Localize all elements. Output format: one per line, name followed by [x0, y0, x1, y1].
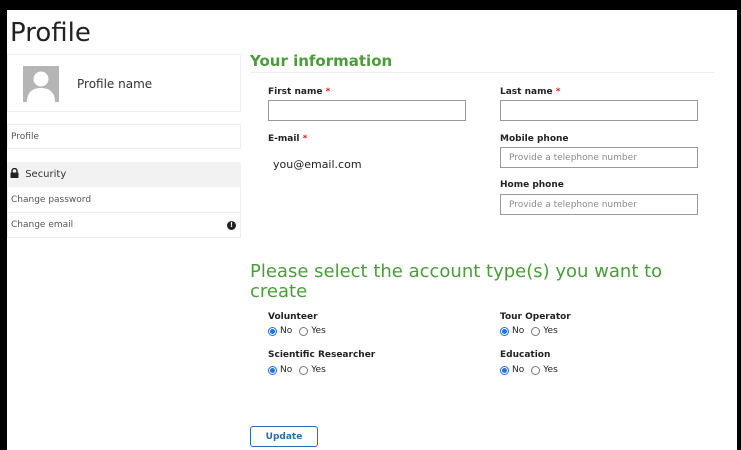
- required-marker: *: [555, 87, 561, 97]
- volunteer-radio-group: No Yes: [268, 326, 330, 336]
- section-title-your-information: Your information: [250, 52, 393, 70]
- education-yes-radio[interactable]: [531, 365, 541, 375]
- last-name-input[interactable]: [500, 100, 698, 121]
- tour-operator-yes-radio[interactable]: [531, 326, 541, 336]
- mobile-phone-label: Mobile phone: [500, 134, 569, 144]
- scientific-researcher-no-radio[interactable]: [268, 365, 277, 375]
- education-no-radio[interactable]: [500, 365, 509, 375]
- tour-operator-radio-group: No Yes: [500, 326, 562, 336]
- sidebar-item-label: Change email: [11, 220, 74, 230]
- required-marker: *: [302, 134, 308, 144]
- scientific-researcher-yes-radio[interactable]: [299, 365, 309, 375]
- email-label: E-mail *: [268, 134, 308, 144]
- profile-card: Profile name: [7, 54, 241, 112]
- education-radio-group: No Yes: [500, 365, 562, 375]
- scientific-researcher-radio-group: No Yes: [268, 365, 330, 375]
- profile-name: Profile name: [77, 77, 153, 91]
- education-label: Education: [500, 350, 551, 360]
- tour-operator-label: Tour Operator: [500, 312, 571, 322]
- lock-icon: [10, 163, 19, 188]
- home-phone-input[interactable]: [500, 194, 698, 215]
- email-value: you@email.com: [273, 158, 362, 171]
- exclamation-circle-icon: !: [227, 221, 236, 230]
- volunteer-no-radio[interactable]: [268, 326, 277, 336]
- mobile-phone-input[interactable]: [500, 147, 698, 168]
- section-divider: [250, 72, 715, 73]
- first-name-label: First name *: [268, 87, 331, 97]
- tour-operator-no-radio[interactable]: [500, 326, 509, 336]
- required-marker: *: [325, 87, 331, 97]
- last-name-label: Last name *: [500, 87, 561, 97]
- sidebar-item-label: Change password: [11, 195, 92, 205]
- avatar-icon: [23, 66, 59, 102]
- volunteer-label: Volunteer: [268, 312, 318, 322]
- sidebar-item-security[interactable]: Security: [7, 162, 241, 187]
- sidebar-item-change-email[interactable]: Change email !: [7, 213, 241, 238]
- update-button[interactable]: Update: [250, 426, 318, 447]
- page-title: Profile: [10, 18, 91, 48]
- sidebar-item-label: Security: [25, 169, 67, 180]
- home-phone-label: Home phone: [500, 180, 564, 190]
- sidebar-item-label: Profile: [11, 132, 39, 142]
- profile-page: Profile Profile name Profile Security Ch…: [7, 10, 737, 450]
- volunteer-yes-radio[interactable]: [299, 326, 309, 336]
- sidebar-item-profile[interactable]: Profile: [7, 124, 241, 149]
- section-title-account-types: Please select the account type(s) you wa…: [250, 261, 663, 302]
- scientific-researcher-label: Scientific Researcher: [268, 350, 376, 360]
- first-name-input[interactable]: [268, 100, 466, 121]
- sidebar-item-change-password[interactable]: Change password: [7, 188, 241, 213]
